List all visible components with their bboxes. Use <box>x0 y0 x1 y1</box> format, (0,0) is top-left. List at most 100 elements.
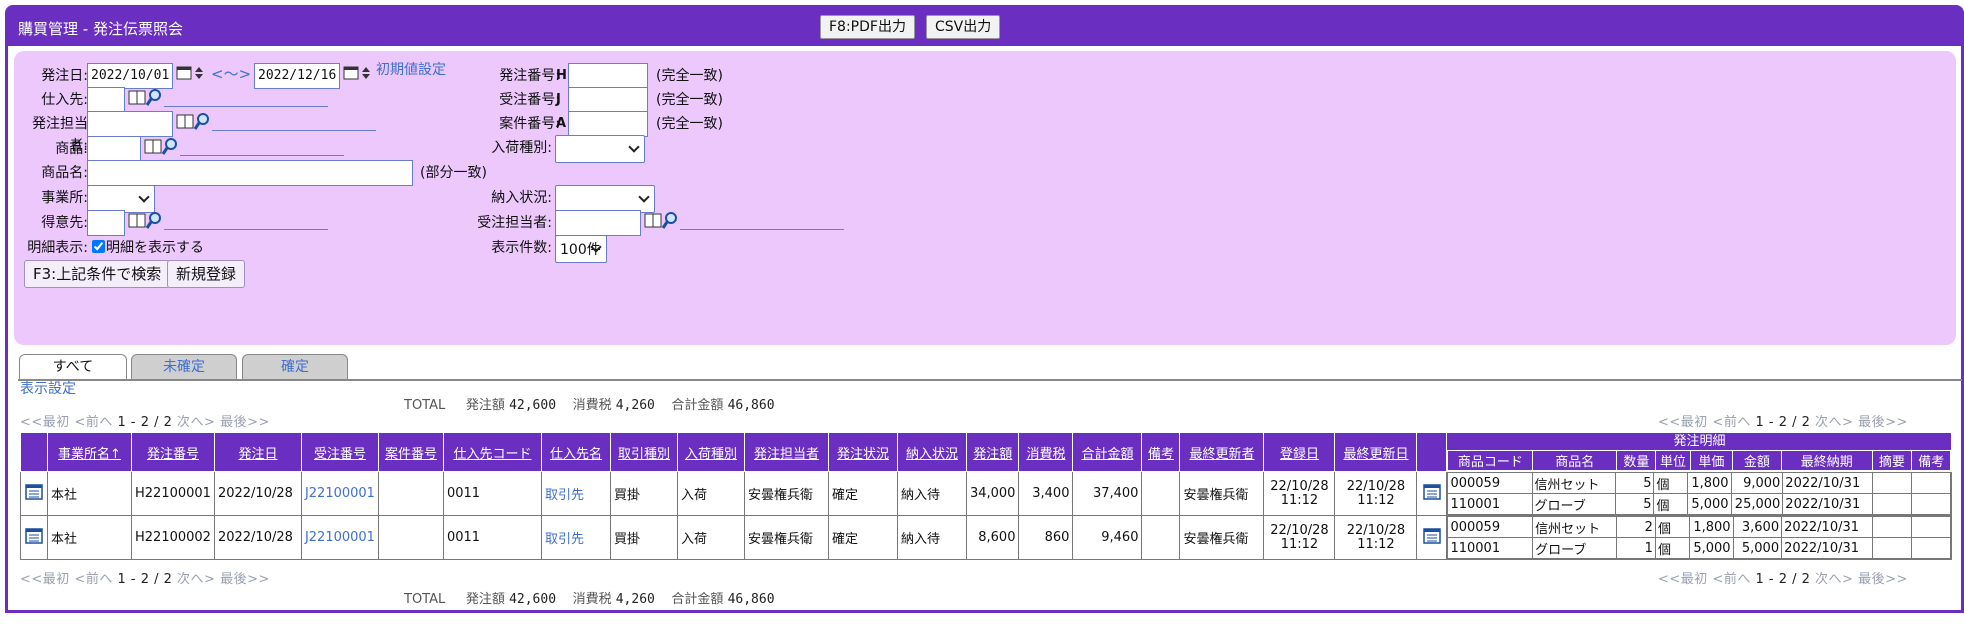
csv-export-button[interactable]: CSV出力 <box>926 15 1001 39</box>
partial-match-hint: (部分一致) <box>420 165 487 181</box>
cell-note <box>1141 471 1181 516</box>
row-detail-button[interactable] <box>1416 471 1448 516</box>
col-case-no[interactable]: 案件番号 <box>377 432 444 472</box>
calendar-icon[interactable] <box>343 64 373 82</box>
col-trade-type[interactable]: 取引種別 <box>609 432 678 472</box>
cell-case-no <box>377 471 444 516</box>
cell-staff: 安曇権兵衛 <box>743 515 829 560</box>
new-entry-button[interactable]: 新規登録 <box>167 260 246 288</box>
cell-total: 9,460 <box>1072 515 1143 560</box>
product-name-display <box>180 155 344 156</box>
date-range-separator: <～> <box>211 65 252 83</box>
cell-delivery-status: 納入待 <box>896 471 967 516</box>
table-row: 本社 H22100001 2022/10/28 J22100001 0011 取引先 買掛入… <box>20 471 1953 516</box>
case-no-input[interactable] <box>568 111 648 137</box>
detail-display-checkbox[interactable] <box>92 240 105 253</box>
book-search-icon[interactable] <box>128 87 164 109</box>
col-office[interactable]: 事業所名↑ <box>47 432 132 472</box>
date-from-input[interactable]: 2022/10/01 <box>87 63 173 89</box>
pager-bottom-right[interactable]: <<最初 <前へ 1 - 2 / 2 次へ> 最後>> <box>1658 568 1908 587</box>
col-upd-date[interactable]: 最終更新日 <box>1334 432 1418 472</box>
product-name-input[interactable] <box>87 160 413 186</box>
detail-icon[interactable] <box>1423 483 1441 500</box>
staff-code-input[interactable] <box>87 111 173 137</box>
detail-icon[interactable] <box>25 527 43 544</box>
col-delivery-status[interactable]: 納入状況 <box>896 432 967 472</box>
product-label: 商品: <box>55 141 88 157</box>
arrival-type-label: 入荷種別: <box>491 140 552 156</box>
window-title: 購買管理 - 発注伝票照会 <box>18 20 183 38</box>
book-search-icon[interactable] <box>144 136 180 158</box>
cell-recv-no[interactable]: J22100001 <box>300 515 379 560</box>
col-tax[interactable]: 消費税 <box>1018 432 1074 472</box>
table-row: 本社 H22100002 2022/10/28 J22100001 0011 取引先 買掛入… <box>20 515 1953 560</box>
pager-top-right[interactable]: <<最初 <前へ 1 - 2 / 2 次へ> 最後>> <box>1658 411 1908 430</box>
row-detail-button[interactable] <box>1416 515 1448 560</box>
col-supplier-name[interactable]: 仕入先名 <box>540 432 611 472</box>
col-staff[interactable]: 発注担当者 <box>743 432 829 472</box>
cell-details: 000059 信州セット 5 個 1,800 9,000 2022/10/31 110001 グ… <box>1446 471 1953 516</box>
col-detail-unit: 単位 <box>1655 450 1691 471</box>
recv-staff-input[interactable] <box>555 210 641 236</box>
col-order-status[interactable]: 発注状況 <box>827 432 898 472</box>
reset-defaults-link[interactable]: 初期値設定 <box>376 59 446 81</box>
customer-code-input[interactable] <box>87 210 125 236</box>
cell-reg-date: 22/10/28 11:12 <box>1263 471 1336 516</box>
cell-office: 本社 <box>47 471 132 516</box>
exact-match-hint: (完全一致) <box>656 92 723 108</box>
order-no-prefix: H <box>556 68 567 83</box>
search-button[interactable]: F3:上記条件で検索 <box>24 260 171 288</box>
pdf-export-button[interactable]: F8:PDF出力 <box>820 15 915 39</box>
display-count-select[interactable]: 100件 <box>555 235 607 263</box>
cell-amount: 8,600 <box>965 515 1020 560</box>
order-no-input[interactable] <box>568 63 648 89</box>
totals-top: TOTAL 発注額 42,600 消費税 4,260 合計金額 46,860 <box>404 398 775 413</box>
col-order-date[interactable]: 発注日 <box>213 432 302 472</box>
recv-no-input[interactable] <box>568 87 648 113</box>
case-no-prefix: A <box>556 116 567 131</box>
cell-order-date: 2022/10/28 <box>213 471 302 516</box>
col-amount[interactable]: 発注額 <box>965 432 1020 472</box>
col-detail-note: 備考 <box>1911 450 1952 471</box>
detail-icon[interactable] <box>1423 527 1441 544</box>
product-code-input[interactable] <box>87 136 141 162</box>
detail-row: 110001 グローブ 5 個 5,000 25,000 2022/10/31 <box>1447 493 1952 515</box>
calendar-icon[interactable] <box>176 64 206 82</box>
col-order-no[interactable]: 発注番号 <box>131 432 215 472</box>
pager-top-left[interactable]: <<最初 <前へ 1 - 2 / 2 次へ> 最後>> <box>20 411 270 430</box>
book-search-icon[interactable] <box>176 111 212 133</box>
col-note[interactable]: 備考 <box>1141 432 1181 472</box>
detail-display-label: 明細表示: <box>27 240 88 256</box>
detail-icon[interactable] <box>25 483 43 500</box>
cell-supplier-name[interactable]: 取引先 <box>540 471 611 516</box>
tab-all[interactable]: すべて <box>19 354 127 380</box>
col-recv-no[interactable]: 受注番号 <box>300 432 379 472</box>
col-reg-date[interactable]: 登録日 <box>1263 432 1336 472</box>
date-to-input[interactable]: 2022/12/16 <box>254 63 340 89</box>
tab-divider <box>18 379 1962 381</box>
recv-staff-name-field <box>680 229 844 230</box>
tab-confirmed[interactable]: 確定 <box>242 354 348 380</box>
supplier-code-input[interactable] <box>87 87 125 113</box>
row-detail-button[interactable] <box>20 515 48 560</box>
book-search-icon[interactable] <box>644 210 680 232</box>
tab-unconfirmed[interactable]: 未確定 <box>131 354 237 380</box>
col-updater[interactable]: 最終更新者 <box>1179 432 1265 472</box>
col-total[interactable]: 合計金額 <box>1072 432 1143 472</box>
row-detail-button[interactable] <box>20 471 48 516</box>
display-settings-link[interactable]: 表示設定 <box>20 378 76 400</box>
detail-row: 000059 信州セット 5 個 1,800 9,000 2022/10/31 <box>1447 472 1952 494</box>
office-select[interactable] <box>87 185 155 213</box>
cell-recv-no[interactable]: J22100001 <box>300 471 379 516</box>
col-arrival-type[interactable]: 入荷種別 <box>676 432 745 472</box>
delivery-status-select[interactable] <box>555 185 655 213</box>
arrival-type-select[interactable] <box>555 135 645 163</box>
col-supplier-code[interactable]: 仕入先コード <box>442 432 542 472</box>
cell-case-no <box>377 515 444 560</box>
pager-bottom-left[interactable]: <<最初 <前へ 1 - 2 / 2 次へ> 最後>> <box>20 568 270 587</box>
delivery-status-label: 納入状況: <box>491 190 552 206</box>
supplier-label: 仕入先: <box>41 92 88 108</box>
col-detail-due: 最終納期 <box>1780 450 1873 471</box>
book-search-icon[interactable] <box>128 210 164 232</box>
cell-supplier-name[interactable]: 取引先 <box>540 515 611 560</box>
